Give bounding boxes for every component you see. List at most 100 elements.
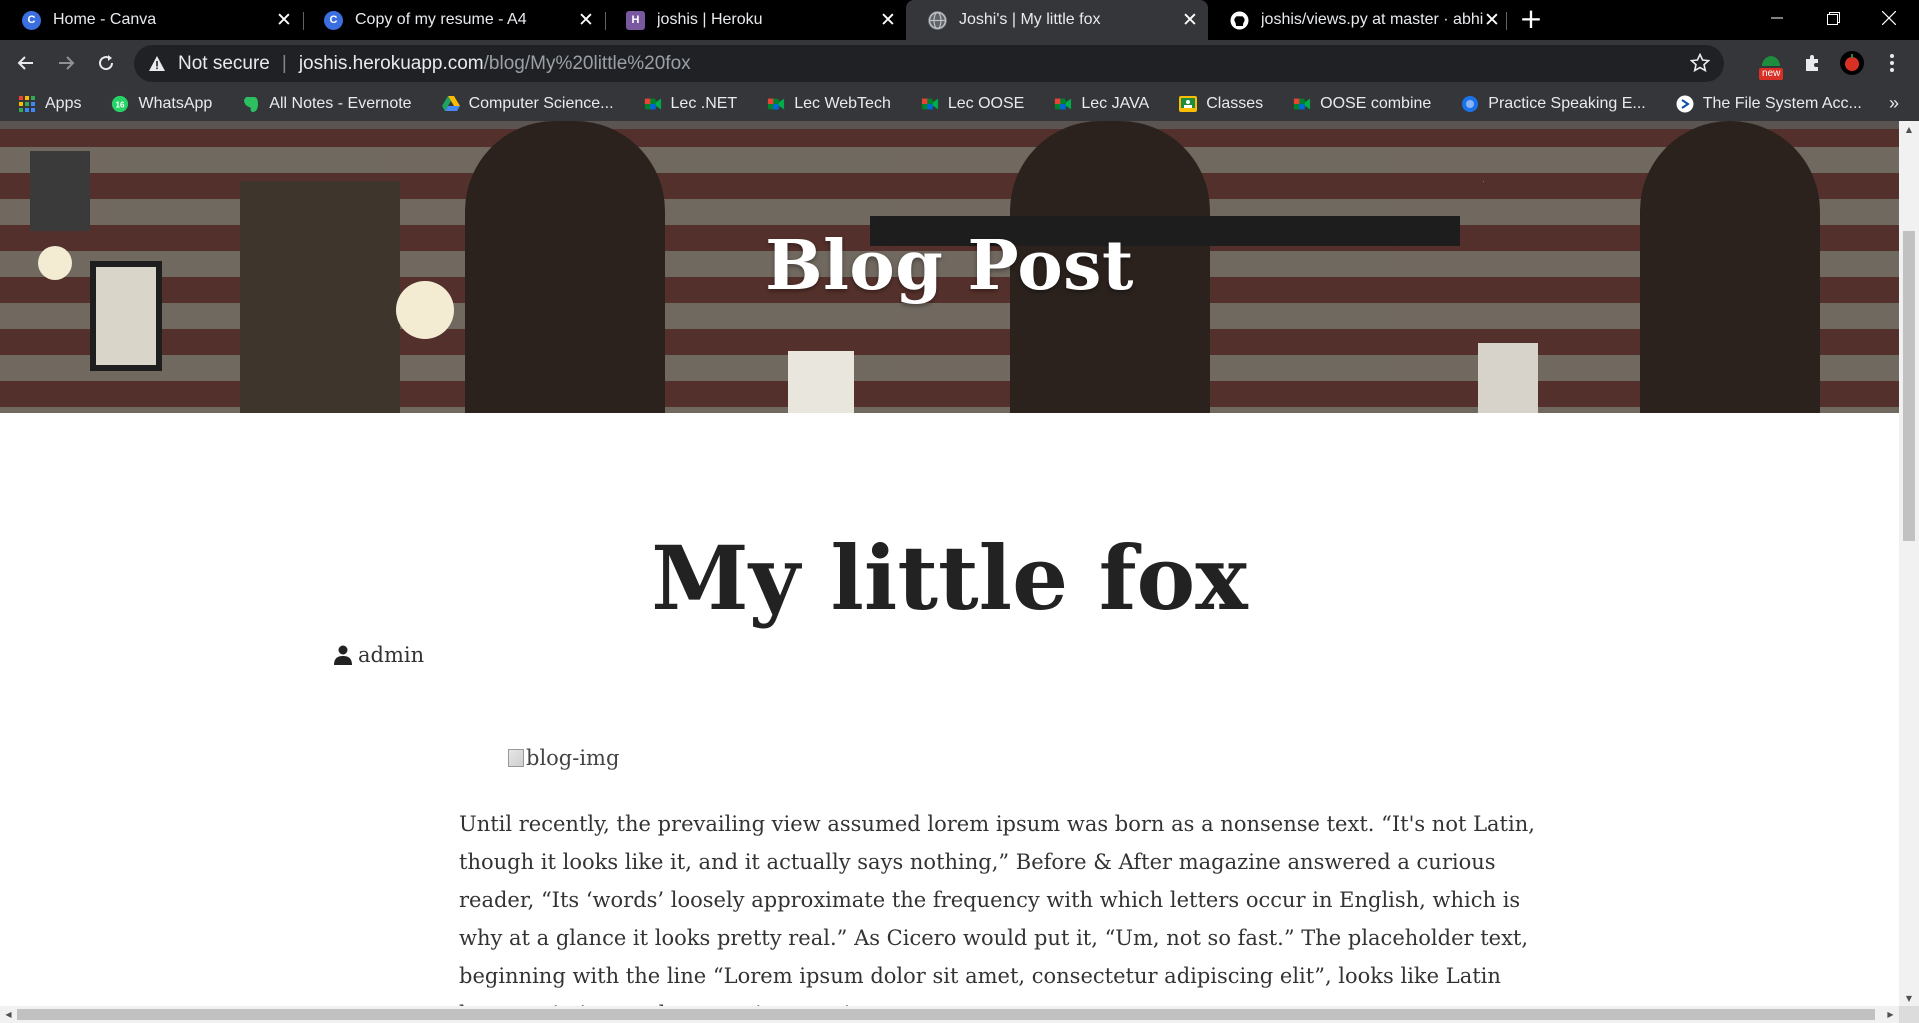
profile-button[interactable]: [1837, 48, 1867, 78]
tab-heroku[interactable]: H joshis | Heroku ✕: [604, 4, 906, 36]
reload-button[interactable]: [91, 48, 121, 78]
hero-notice: [1478, 343, 1538, 413]
broken-image-icon: [508, 749, 524, 767]
close-icon[interactable]: ✕: [1484, 10, 1500, 31]
restore-button[interactable]: [1803, 0, 1863, 36]
blog-image-alt: blog-img: [526, 746, 620, 770]
tab-resume[interactable]: C Copy of my resume - A4 ✕: [302, 4, 604, 36]
tab-title: Copy of my resume - A4: [355, 11, 527, 28]
arrow-left-icon: [17, 56, 33, 70]
google-meet-icon: [1293, 95, 1311, 113]
bookmark-classes[interactable]: Classes: [1179, 95, 1263, 113]
reload-icon: [99, 55, 114, 71]
warning-icon[interactable]: [148, 55, 166, 73]
not-secure-label[interactable]: Not secure: [178, 53, 270, 75]
kebab-menu-icon: [1890, 54, 1894, 72]
bookmark-lec-net[interactable]: Lec .NET: [644, 95, 738, 113]
hero-title: Blog Post: [765, 226, 1134, 306]
vertical-scroll-thumb[interactable]: [1903, 231, 1915, 541]
google-meet-icon: [921, 95, 939, 113]
bookmark-star-icon[interactable]: [1690, 53, 1710, 73]
hero-spacer: [1483, 181, 1484, 182]
author-name: admin: [358, 643, 425, 667]
bookmark-label: Computer Science...: [468, 95, 614, 112]
bookmark-label: Lec WebTech: [794, 95, 891, 112]
bookmark-lec-oose[interactable]: Lec OOSE: [921, 95, 1024, 113]
bookmark-whatsapp[interactable]: 16 WhatsApp: [111, 95, 212, 113]
bookmark-lec-webtech[interactable]: Lec WebTech: [767, 95, 891, 113]
apps-grid-icon: [18, 95, 36, 113]
menu-button[interactable]: [1877, 48, 1907, 78]
hero-cornice: [0, 121, 1899, 129]
google-meet-icon: [767, 95, 785, 113]
forward-button[interactable]: [51, 48, 81, 78]
close-icon[interactable]: ✕: [880, 10, 896, 31]
bookmark-file-system[interactable]: The File System Acc...: [1676, 95, 1862, 113]
tab-title: joshis/views.py at master · abhi8: [1261, 11, 1484, 28]
bookmark-label: Lec JAVA: [1081, 95, 1150, 112]
scroll-left-arrow-icon[interactable]: ◀: [0, 1006, 17, 1023]
post-title: My little fox: [651, 526, 1248, 630]
bookmark-label: Lec .NET: [670, 95, 738, 112]
post-author[interactable]: admin: [334, 643, 424, 667]
horizontal-scrollbar[interactable]: ◀ ▶: [0, 1006, 1899, 1023]
url-host[interactable]: joshis.herokuapp.com: [299, 53, 484, 75]
extension-new-button[interactable]: new: [1756, 48, 1786, 80]
bookmark-label: WhatsApp: [138, 95, 213, 112]
bookmark-practice-speaking[interactable]: Practice Speaking E...: [1461, 95, 1646, 113]
github-icon: [1230, 10, 1249, 30]
hero-window: [30, 151, 90, 231]
close-icon[interactable]: ✕: [1182, 10, 1198, 31]
canva-icon: C: [324, 10, 343, 30]
close-icon[interactable]: ✕: [276, 10, 292, 31]
close-icon[interactable]: ✕: [578, 10, 594, 31]
bookmark-label: The File System Acc...: [1702, 95, 1862, 112]
tab-active-blog[interactable]: Joshi's | My little fox ✕: [906, 0, 1208, 40]
tab-github[interactable]: joshis/views.py at master · abhi8 ✕: [1208, 4, 1510, 36]
tab-title: joshis | Heroku: [657, 11, 763, 28]
new-tab-button[interactable]: +: [1517, 5, 1545, 34]
google-meet-icon: [644, 95, 662, 113]
scroll-right-arrow-icon[interactable]: ▶: [1882, 1006, 1899, 1023]
google-meet-icon: [1054, 95, 1072, 113]
url-path[interactable]: /blog/My%20little%20fox: [484, 53, 691, 75]
tab-title: Home - Canva: [53, 11, 157, 28]
bookmark-label: Practice Speaking E...: [1488, 95, 1646, 112]
puzzle-icon: [1806, 55, 1818, 71]
minimize-button[interactable]: [1747, 0, 1807, 36]
globe-icon: [928, 10, 947, 30]
hero-notice: [788, 351, 854, 413]
bookmark-label: Classes: [1206, 95, 1264, 112]
post-body: Until recently, the prevailing view assu…: [459, 812, 1535, 1006]
google-drive-icon: [441, 95, 460, 113]
address-bar[interactable]: Not secure | joshis.herokuapp.com/blog/M…: [134, 45, 1724, 82]
blue-circle-icon: [1461, 95, 1479, 113]
bookmarks-overflow-button[interactable]: »: [1889, 93, 1899, 114]
bookmark-oose-combine[interactable]: OOSE combine: [1293, 95, 1431, 113]
back-button[interactable]: [11, 48, 41, 78]
bookmark-evernote[interactable]: All Notes - Evernote: [242, 95, 412, 113]
scroll-down-arrow-icon[interactable]: ▼: [1899, 990, 1919, 1006]
browser-toolbar: Not secure | joshis.herokuapp.com/blog/M…: [0, 40, 1919, 87]
bookmark-lec-java[interactable]: Lec JAVA: [1054, 95, 1149, 113]
scroll-up-arrow-icon[interactable]: ▲: [1899, 121, 1919, 137]
vertical-scrollbar[interactable]: ▲ ▼: [1899, 121, 1919, 1006]
bookmark-computer-science[interactable]: Computer Science...: [441, 95, 614, 113]
bookmark-label: OOSE combine: [1320, 95, 1432, 112]
bookmark-apps[interactable]: Apps: [18, 95, 81, 113]
bookmark-label: All Notes - Evernote: [269, 95, 412, 112]
whatsapp-icon: 16: [111, 95, 129, 113]
tab-strip: C Home - Canva ✕ C Copy of my resume - A…: [0, 0, 1919, 40]
new-badge: new: [1759, 68, 1784, 80]
horizontal-scroll-thumb[interactable]: [17, 1009, 1875, 1020]
google-classroom-icon: [1179, 95, 1198, 113]
bookmarks-bar: Apps 16 WhatsApp All Notes - Evernote Co…: [0, 87, 1919, 121]
canva-icon: C: [22, 10, 41, 30]
hero-banner: Blog Post: [0, 121, 1899, 413]
tab-divider: [1506, 12, 1507, 30]
extensions-button[interactable]: [1797, 48, 1827, 78]
arrow-right-icon: [59, 56, 75, 70]
blog-image: blog-img: [508, 746, 619, 770]
close-window-button[interactable]: [1859, 0, 1919, 36]
tab-home-canva[interactable]: C Home - Canva ✕: [0, 4, 302, 36]
